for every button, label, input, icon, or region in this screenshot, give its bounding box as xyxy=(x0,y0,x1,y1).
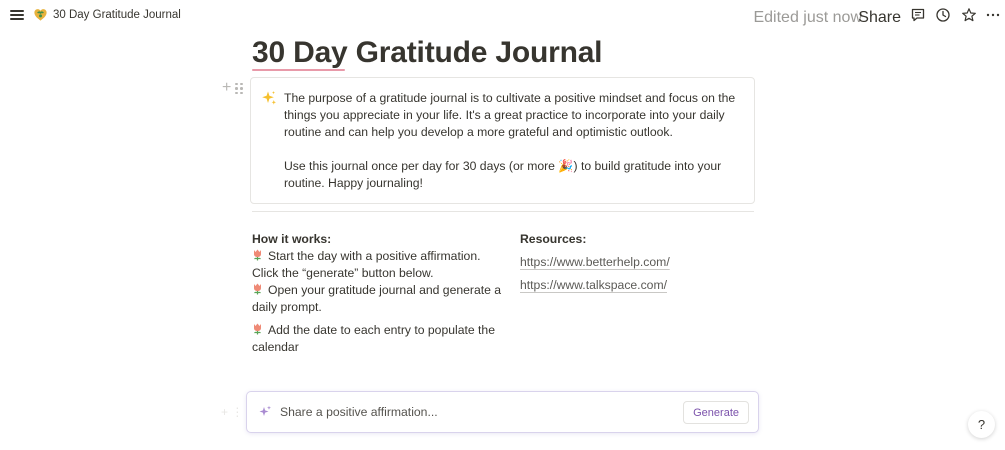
callout-text: The purpose of a gratitude journal is to… xyxy=(284,90,749,192)
step-text: Add the date to each entry to populate t… xyxy=(252,323,495,354)
add-block-icon[interactable]: + xyxy=(222,80,231,96)
ghost-block-handle: + ⋮ xyxy=(221,405,244,419)
help-button[interactable]: ? xyxy=(968,411,995,438)
edited-status: Edited just now xyxy=(753,9,862,26)
page-title[interactable]: 30 Day Gratitude Journal xyxy=(252,36,603,70)
affirmation-input[interactable] xyxy=(280,402,680,422)
callout-block[interactable]: The purpose of a gratitude journal is to… xyxy=(250,77,755,204)
talkspace-link[interactable]: https://www.talkspace.com/ xyxy=(520,277,755,294)
block-handle: + xyxy=(222,80,243,96)
spellcheck-underline xyxy=(252,69,345,71)
list-item: Add the date to each entry to populate t… xyxy=(252,322,502,356)
ai-sparkle-icon xyxy=(259,405,271,416)
star-icon[interactable] xyxy=(961,7,977,23)
step-text: Open your gratitude journal and generate… xyxy=(252,283,502,314)
list-item: Start the day with a positive affirmatio… xyxy=(252,248,502,282)
top-bar: 30 Day Gratitude Journal Edited just now… xyxy=(0,0,1005,30)
sparkles-icon[interactable] xyxy=(261,90,277,106)
how-it-works-column: How it works: Start the day with a posit… xyxy=(252,231,502,356)
callout-paragraph-usage: Use this journal once per day for 30 day… xyxy=(284,159,722,190)
generate-button[interactable]: Generate xyxy=(683,401,749,424)
drag-handle-icon[interactable] xyxy=(235,82,243,94)
comment-icon[interactable] xyxy=(910,7,926,23)
breadcrumb-label: 30 Day Gratitude Journal xyxy=(53,8,181,21)
step-text: Start the day with a positive affirmatio… xyxy=(252,249,481,280)
share-button[interactable]: Share xyxy=(858,9,901,27)
history-icon[interactable] xyxy=(935,7,951,23)
list-item: Open your gratitude journal and generate… xyxy=(252,282,502,316)
more-icon[interactable] xyxy=(985,7,1001,23)
tulip-icon xyxy=(254,249,261,261)
breadcrumb[interactable]: 30 Day Gratitude Journal xyxy=(33,7,181,22)
how-it-works-heading: How it works: xyxy=(252,232,332,246)
betterhelp-link[interactable]: https://www.betterhelp.com/ xyxy=(520,254,755,271)
heart-plant-icon xyxy=(34,9,47,21)
tulip-icon xyxy=(254,283,261,295)
resources-heading: Resources: xyxy=(520,232,587,246)
tulip-icon xyxy=(254,323,261,335)
callout-paragraph-purpose: The purpose of a gratitude journal is to… xyxy=(284,91,736,139)
divider xyxy=(252,211,754,212)
affirmation-generator: Generate xyxy=(246,391,759,433)
menu-icon[interactable] xyxy=(10,8,24,22)
resources-column: Resources: https://www.betterhelp.com/ h… xyxy=(520,231,755,300)
